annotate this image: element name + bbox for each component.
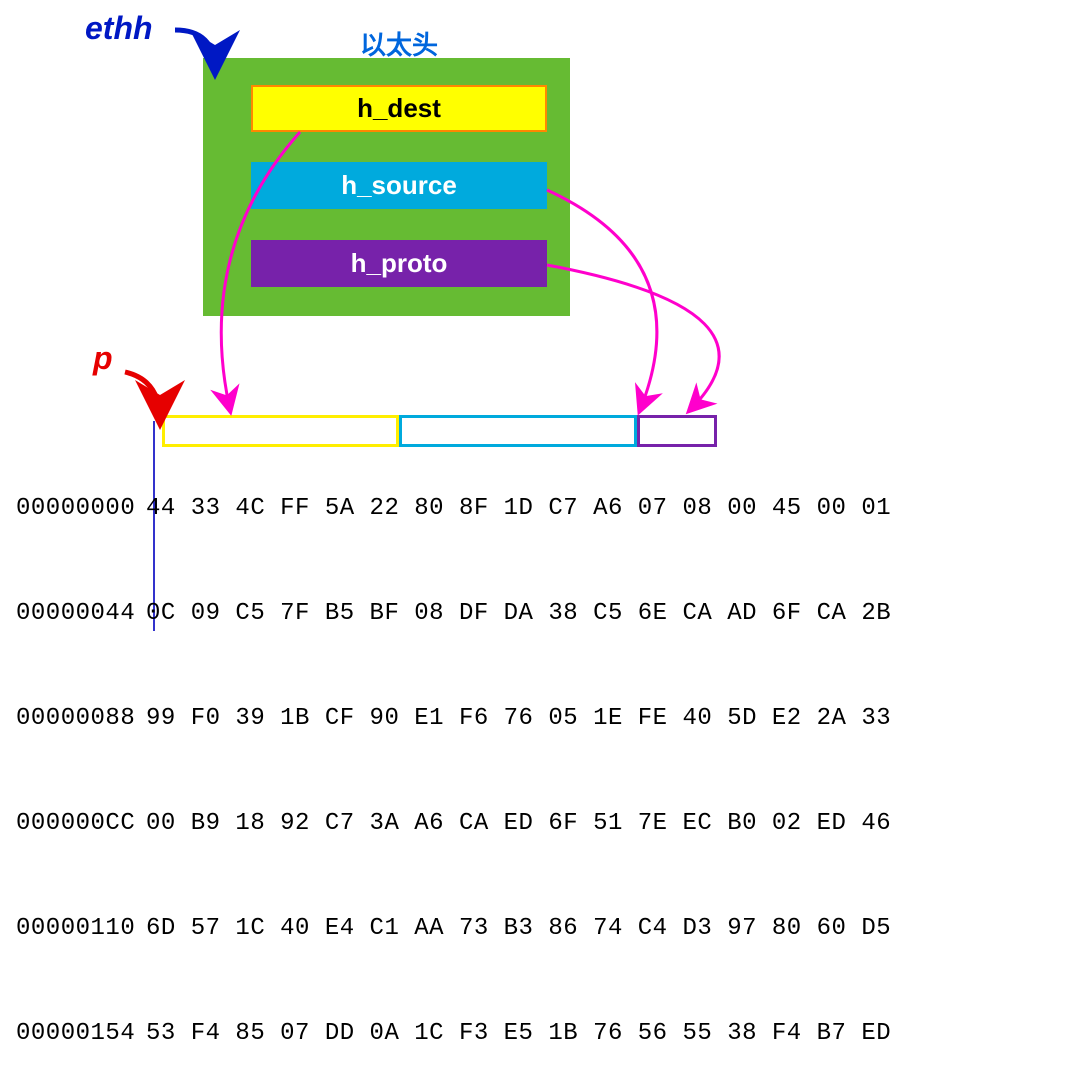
field-h-source: h_source (251, 162, 547, 209)
hex-highlight-source (399, 415, 637, 447)
hexdump-row: 0000008899 F0 39 1B CF 90 E1 F6 76 05 1E… (16, 701, 891, 736)
hex-highlight-dest (162, 415, 399, 447)
field-h-dest: h_dest (251, 85, 547, 132)
hexdump-row: 0000015453 F4 85 07 DD 0A 1C F3 E5 1B 76… (16, 1016, 891, 1051)
hexdump-row: 0000000044 33 4C FF 5A 22 80 8F 1D C7 A6… (16, 491, 891, 526)
hexdump-row: 000001106D 57 1C 40 E4 C1 AA 73 B3 86 74… (16, 911, 891, 946)
struct-title: 以太头 (360, 25, 438, 62)
hex-highlight-proto (637, 415, 717, 447)
hexdump-block: 0000000044 33 4C FF 5A 22 80 8F 1D C7 A6… (16, 421, 891, 1086)
arrow-proto-to-hex (547, 265, 719, 410)
hexdump-row: 000000CC00 B9 18 92 C7 3A A6 CA ED 6F 51… (16, 806, 891, 841)
arrow-p-to-hex (125, 372, 160, 420)
label-p: p (93, 340, 113, 377)
label-ethh: ethh (85, 10, 153, 47)
hexdump-row: 000000440C 09 C5 7F B5 BF 08 DF DA 38 C5… (16, 596, 891, 631)
field-h-proto: h_proto (251, 240, 547, 287)
